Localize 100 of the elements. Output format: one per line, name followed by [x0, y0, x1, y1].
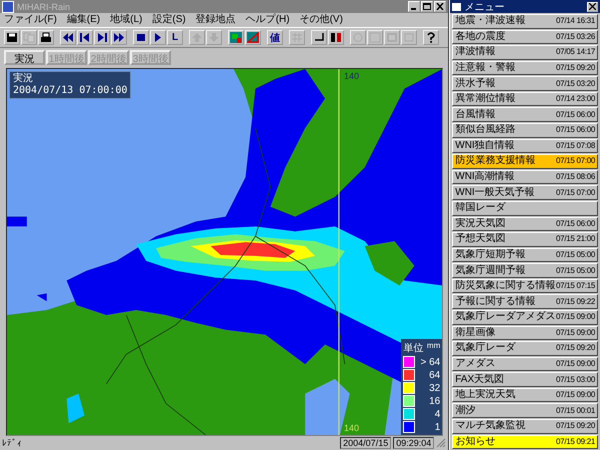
menu-list-item[interactable]: 各地の震度 07/15 03:26 — [452, 30, 598, 44]
toolbar-button[interactable]: 値 — [267, 30, 283, 45]
menu-list-item[interactable]: 実況天気図 07/15 06:00 — [452, 216, 598, 232]
menu-item-time: 07/14 23:00 — [556, 95, 595, 104]
menu-list-item[interactable]: 津波情報 07/05 14:17 — [452, 45, 598, 60]
close-button[interactable] — [434, 1, 446, 12]
menu-list-item[interactable]: FAX天気図 07/15 03:00 — [452, 372, 598, 387]
grid-icon — [291, 32, 303, 43]
fast-forward-button[interactable] — [111, 30, 127, 45]
print-button[interactable] — [38, 30, 54, 45]
toolbar-button[interactable]: L — [167, 30, 183, 45]
time-tab[interactable]: 実況 — [4, 50, 45, 65]
menu-list-item[interactable]: 地震・津波速報 07/14 16:31 — [452, 14, 598, 29]
menu-list-item[interactable]: 気象庁レーダ 07/15 09:20 — [452, 341, 598, 356]
menu-item-name: 台風情報 — [455, 110, 496, 120]
menu-item-time: 07/15 03:00 — [556, 376, 595, 384]
menu-item-time: 07/15 05:00 — [556, 266, 595, 275]
skip-forward-button[interactable] — [94, 30, 110, 45]
menu-list-item[interactable]: 類似台風経路 07/15 06:00 — [452, 123, 598, 138]
fast-forward-icon — [113, 32, 125, 43]
menu-item-time: 07/15 09:21 — [556, 438, 595, 446]
menu-item-time: 07/15 09:00 — [556, 313, 595, 322]
menu-item[interactable]: 登録地点 — [196, 14, 236, 26]
menu-list-item[interactable]: アメダス 07/15 09:00 — [452, 356, 598, 372]
menu-item[interactable]: 設定(S) — [152, 14, 186, 26]
menu-item-name: 気象庁短期予報 — [455, 250, 526, 260]
print-icon — [40, 32, 52, 43]
menu-item-time: 07/15 05:00 — [556, 250, 595, 259]
menu-item-name: 防災気象に関する情報 — [455, 281, 556, 292]
menu-item[interactable]: 地域(L) — [110, 14, 142, 26]
menu-item-time: 07/15 03:26 — [556, 32, 595, 41]
maximize-button[interactable] — [421, 1, 434, 12]
menu-list-item[interactable]: 異常潮位情報 07/14 23:00 — [452, 92, 598, 106]
save-icon — [6, 32, 18, 43]
tool-button[interactable] — [328, 30, 344, 45]
enter-button[interactable] — [311, 30, 327, 45]
menu-item-name: 実況天気図 — [455, 218, 506, 229]
map-erase-button[interactable] — [245, 30, 261, 45]
map-layer-button[interactable] — [228, 30, 244, 45]
menu-list-item[interactable]: WNI高潮情報 07/15 08:06 — [452, 170, 598, 184]
save-button[interactable] — [4, 30, 20, 45]
menu-list-item[interactable]: 衛星画像 07/15 09:00 — [452, 326, 598, 340]
play-button[interactable] — [150, 30, 166, 45]
window-title: MIHARI-Rain — [17, 2, 72, 12]
menu-item-name: 異常潮位情報 — [455, 94, 516, 104]
menu-item[interactable]: ヘルプ(H) — [246, 14, 290, 26]
rewind-button[interactable] — [60, 30, 76, 45]
menu-list-item[interactable]: 気象庁短期予報 07/15 05:00 — [452, 248, 598, 262]
menu-item-name: 予報に関する情報 — [455, 296, 536, 307]
menu-list-item[interactable]: 予報に関する情報 07/15 09:22 — [452, 294, 598, 309]
legend-unit: mm — [426, 341, 440, 352]
legend-value: 32 — [429, 382, 440, 394]
menu-list-item[interactable]: 気象庁週間予報 07/15 05:00 — [452, 263, 598, 278]
app-icon — [2, 0, 14, 12]
rewind-icon — [62, 32, 74, 43]
menu-item-time: 07/05 14:17 — [556, 48, 595, 56]
menu-list-item[interactable]: 防災気象に関する情報07/15 07:15 — [452, 278, 598, 294]
menu-window-icon — [452, 2, 462, 10]
menu-list-item[interactable]: 注意報・警報 07/15 09:20 — [452, 60, 598, 76]
help-icon — [425, 32, 437, 43]
menu-list-item[interactable]: マルチ気象監視 07/15 09:20 — [452, 419, 598, 434]
menu-list-item[interactable]: 防災業務支援情報 07/15 07:00 — [452, 154, 598, 169]
menu-list-item[interactable]: 気象庁レーダアメダス07/15 09:00 — [452, 310, 598, 325]
menu-item-time: 07/15 08:06 — [556, 173, 595, 182]
menu-item-time: 07/15 03:20 — [556, 80, 595, 88]
longitude-label: 140 — [344, 423, 360, 433]
copy-icon — [23, 32, 35, 43]
menu-list-item[interactable]: WNI一般天気予報 07/15 07:00 — [452, 185, 598, 200]
minimize-button[interactable] — [408, 1, 420, 12]
menu-item-name: FAX天気図 — [455, 374, 504, 385]
menu-list-item[interactable]: お知らせ 07/15 09:21 — [452, 434, 598, 450]
menu-item-time: 07/15 06:00 — [556, 110, 595, 119]
legend-value: 1 — [434, 422, 440, 432]
menu-item[interactable]: ファイル(F) — [4, 14, 57, 26]
menu-item[interactable]: その他(V) — [300, 14, 343, 26]
menu-item-name: WNI一般天気予報 — [455, 188, 535, 198]
menu-list-item[interactable]: WNI独自情報 07/15 07:08 — [452, 138, 598, 154]
menu-item-time: 07/15 00:01 — [556, 406, 595, 415]
close-button[interactable] — [587, 2, 598, 12]
stop-button[interactable] — [133, 30, 149, 45]
menu-item-time: 07/15 07:08 — [556, 142, 595, 150]
down-arrow-icon — [208, 32, 220, 43]
menu-list-item[interactable]: 洪水予報 07/15 03:20 — [452, 76, 598, 91]
skip-back-icon — [79, 32, 91, 43]
menu-item-time: 07/15 07:00 — [556, 188, 595, 197]
legend-value: 4 — [434, 408, 440, 420]
menu-list-item[interactable]: 台風情報 07/15 06:00 — [452, 107, 598, 122]
menu-list-item[interactable]: 潮汐 07/15 00:01 — [452, 403, 598, 418]
menu-list-item[interactable]: 韓国レーダ — [452, 200, 598, 216]
help-button[interactable] — [423, 30, 439, 45]
skip-back-button[interactable] — [77, 30, 93, 45]
menu-list-item[interactable]: 地上実況天気 07/15 09:00 — [452, 388, 598, 402]
menu-item-name: 洪水予報 — [455, 78, 496, 89]
menu-item-name: 気象庁レーダアメダス — [455, 312, 556, 322]
menu-item-name: 各地の震度 — [455, 32, 506, 42]
close-icon — [436, 3, 444, 10]
menu-item-time: 07/15 09:22 — [556, 298, 595, 306]
menu-item[interactable]: 編集(E) — [66, 14, 100, 26]
menu-list-item[interactable]: 予想天気図 07/15 21:00 — [452, 232, 598, 247]
map-timestamp: 2004/07/13 07:00:00 — [13, 85, 128, 97]
